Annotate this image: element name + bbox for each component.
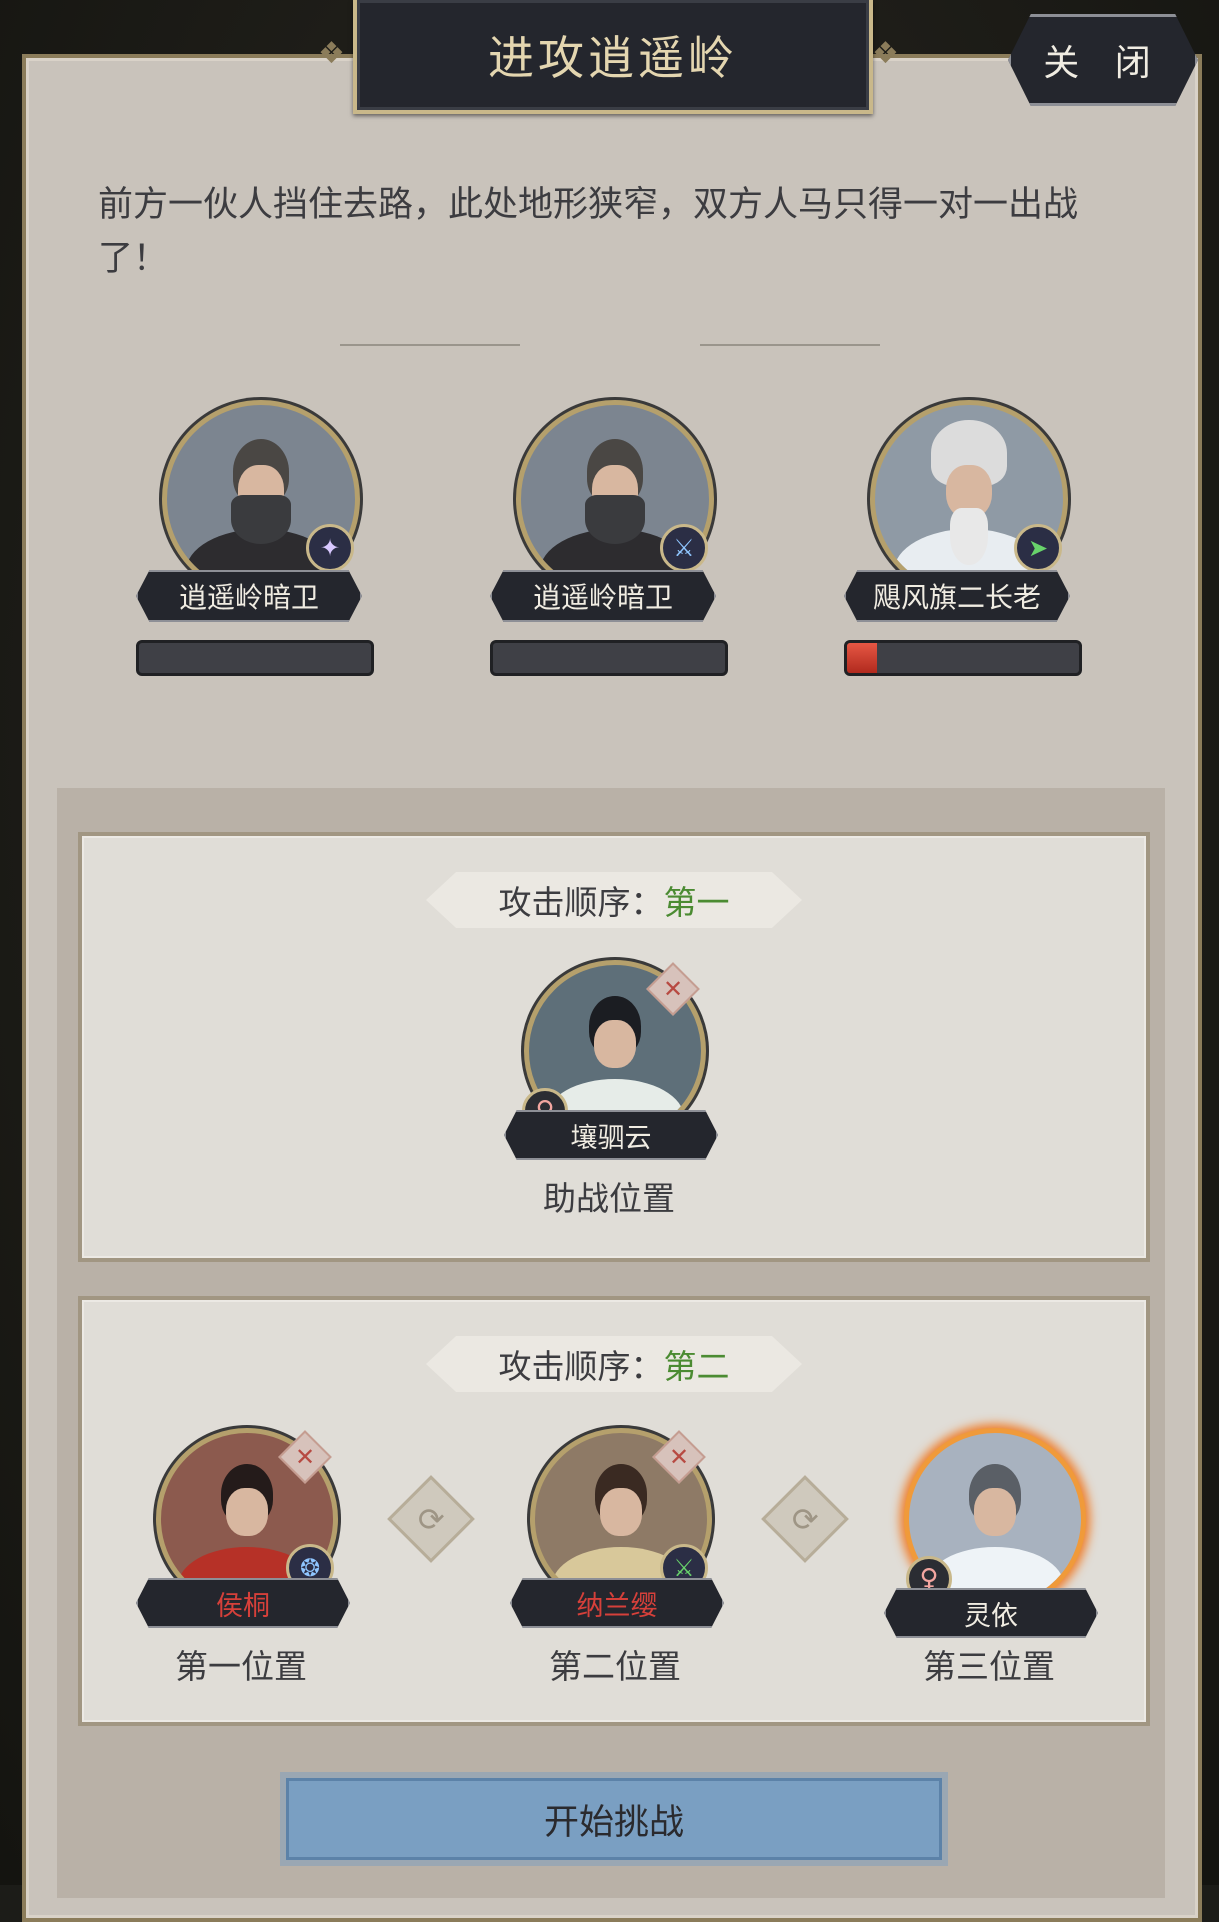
enemy-name: 逍遥岭暗卫 (136, 570, 362, 622)
divider-left (340, 344, 520, 346)
title-plate: 进攻逍遥岭 (353, 0, 873, 114)
position-label: 第二位置 (549, 1647, 681, 1686)
enemy-hp-fill (847, 643, 878, 673)
start-challenge-button[interactable]: 开始挑战 (280, 1772, 948, 1866)
swap-icon[interactable]: ⟳ (761, 1475, 849, 1563)
position-label: 第三位置 (923, 1647, 1055, 1686)
ally-name: 灵依 (884, 1588, 1098, 1638)
attack-order-value: 第二 (663, 1347, 730, 1386)
team-box-2: 攻击顺序： 第二 ✕ ❂ 侯桐 第一位置 ⟳ ✕ ⚔ 纳兰缨 第二位置 ⟳ ♀ 灵… (78, 1296, 1150, 1726)
position-label: 助战位置 (543, 1179, 675, 1218)
position-label: 第一位置 (175, 1647, 307, 1686)
enemy-name: 飓风旗二长老 (844, 570, 1070, 622)
spear-icon: ✦ (306, 524, 354, 572)
attack-order-label: 攻击顺序： 第二 (426, 1336, 802, 1392)
intro-text: 前方一伙人挡住去路，此处地形狭窄，双方人马只得一对一出战了！ (98, 185, 1079, 279)
close-button[interactable]: 关 闭 (1008, 14, 1198, 106)
enemy-slot-1[interactable]: ✦ 逍遥岭暗卫 (136, 400, 382, 690)
enemy-name: 逍遥岭暗卫 (490, 570, 716, 622)
enemy-slot-3[interactable]: ➤ 飓风旗二长老 (844, 400, 1090, 690)
team-box-1: 攻击顺序：第一 ✕ ♀ 壤驷云 助战位置 (78, 832, 1150, 1262)
enemy-hp-bar (844, 640, 1082, 676)
page-title: 进攻逍遥岭 (488, 31, 738, 85)
enemy-hp-bar (136, 640, 374, 676)
boot-icon: ➤ (1014, 524, 1062, 572)
divider-right (700, 344, 880, 346)
attack-order-label: 攻击顺序： 第一 (426, 872, 802, 928)
blade-icon: ⚔ (660, 524, 708, 572)
title-ornament-right: ❖ (872, 36, 899, 71)
enemy-slot-2[interactable]: ⚔ 逍遥岭暗卫 (490, 400, 736, 690)
ally-name: 侯桐 (136, 1578, 350, 1628)
ally-name: 纳兰缨 (510, 1578, 724, 1628)
swap-icon[interactable]: ⟳ (387, 1475, 475, 1563)
ally-name: 壤驷云 (504, 1110, 718, 1160)
attack-order-value: 第一 (663, 883, 730, 922)
enemy-hp-bar (490, 640, 728, 676)
